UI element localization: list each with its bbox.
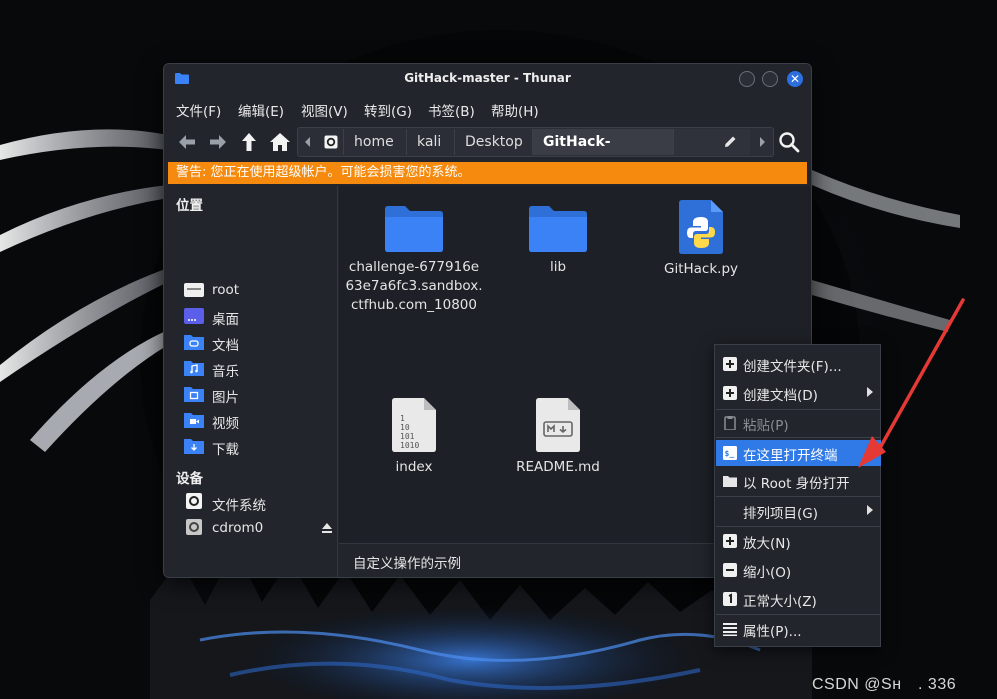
watermark: CSDN @Sн . 336 bbox=[812, 676, 957, 693]
annotation-arrow bbox=[858, 298, 965, 468]
